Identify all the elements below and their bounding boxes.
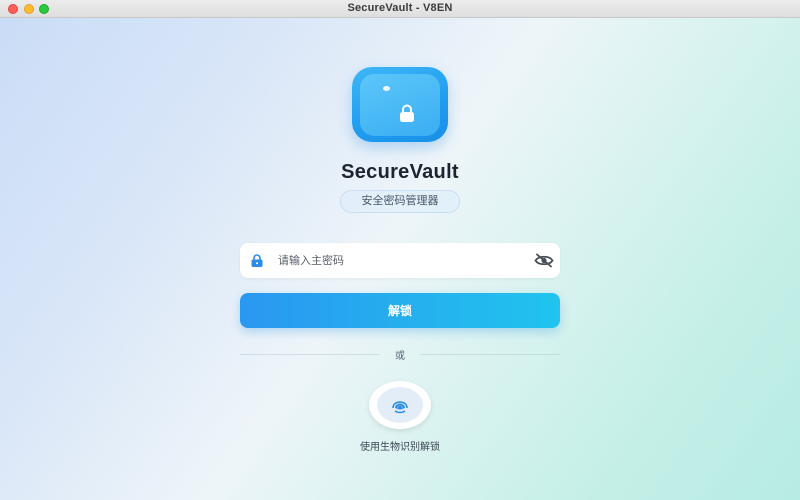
app-logo [352, 67, 448, 142]
app-window: SecureVault - V8EN SecureVault 安全密码管理器 解… [0, 0, 800, 500]
eye-slash-icon[interactable] [534, 253, 554, 268]
divider-right [420, 354, 560, 355]
title-bar: SecureVault - V8EN [0, 0, 800, 18]
app-logo-inner [360, 74, 440, 136]
window-title: SecureVault - V8EN [347, 2, 453, 14]
lock-icon [251, 254, 263, 267]
biometric-button-inner [377, 387, 423, 423]
logo-highlight-dot [383, 86, 390, 91]
biometric-unlock-button[interactable] [369, 381, 431, 429]
lock-icon [400, 104, 414, 122]
or-separator: 或 [395, 351, 405, 362]
fingerprint-icon [392, 401, 408, 414]
biometric-unlock-label: 使用生物识别解锁 [360, 442, 440, 453]
master-password-input[interactable] [278, 243, 528, 278]
divider-left [240, 354, 380, 355]
app-subtitle-badge: 安全密码管理器 [340, 190, 460, 213]
password-field[interactable] [240, 243, 560, 278]
app-name: SecureVault [341, 161, 459, 183]
unlock-button[interactable]: 解锁 [240, 293, 560, 328]
